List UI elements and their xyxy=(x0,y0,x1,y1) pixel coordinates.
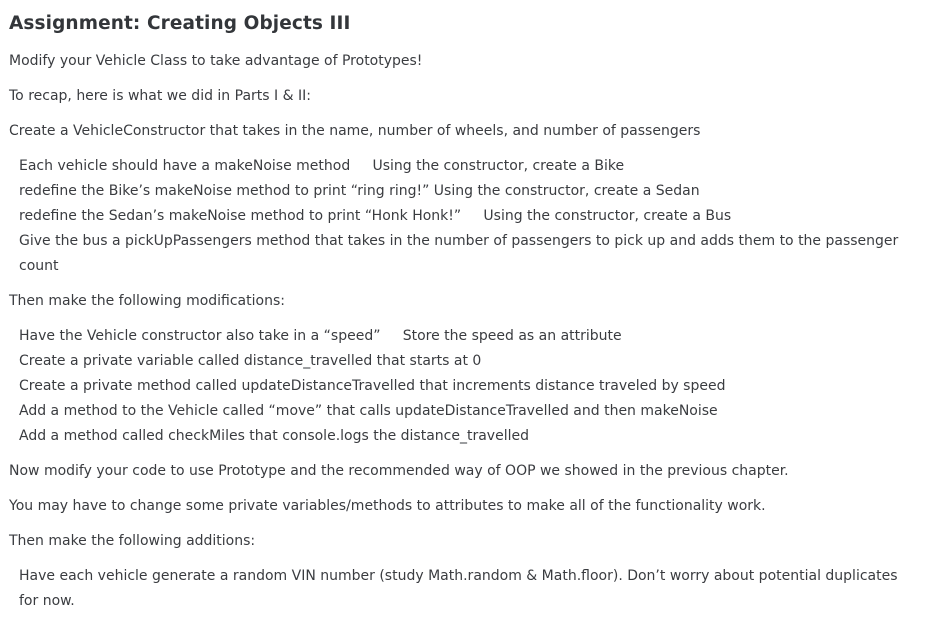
list-item: Have each vehicle generate a random VIN … xyxy=(19,568,898,609)
list-item: Each vehicle should have a makeNoise met… xyxy=(19,158,625,174)
additions-list: Have each vehicle generate a random VIN … xyxy=(19,564,932,614)
list-item: Add a method called checkMiles that cons… xyxy=(19,428,529,444)
list-item: Add a method to the Vehicle called “move… xyxy=(19,403,718,419)
additions-heading: Then make the following additions: xyxy=(9,533,256,549)
modifications-list: Have the Vehicle constructor also take i… xyxy=(19,324,932,449)
list-item: redefine the Sedan’s makeNoise method to… xyxy=(19,208,732,224)
list-item: redefine the Bike’s makeNoise method to … xyxy=(19,183,700,199)
create-constructor-text: Create a VehicleConstructor that takes i… xyxy=(9,123,701,139)
modifications-heading: Then make the following modifications: xyxy=(9,293,285,309)
list-item: Create a private method called updateDis… xyxy=(19,378,726,394)
list-item: Give the bus a pickUpPassengers method t… xyxy=(19,233,899,274)
assignment-page: Assignment: Creating Objects III Modify … xyxy=(0,0,932,624)
parts-list: Each vehicle should have a makeNoise met… xyxy=(19,154,932,279)
recap-text: To recap, here is what we did in Parts I… xyxy=(9,88,311,104)
intro-text: Modify your Vehicle Class to take advant… xyxy=(9,53,423,69)
list-item: Have the Vehicle constructor also take i… xyxy=(19,328,622,344)
list-item: Create a private variable called distanc… xyxy=(19,353,482,369)
page-title: Assignment: Creating Objects III xyxy=(9,13,351,34)
private-text: You may have to change some private vari… xyxy=(9,498,766,514)
prototype-text: Now modify your code to use Prototype an… xyxy=(9,463,789,479)
